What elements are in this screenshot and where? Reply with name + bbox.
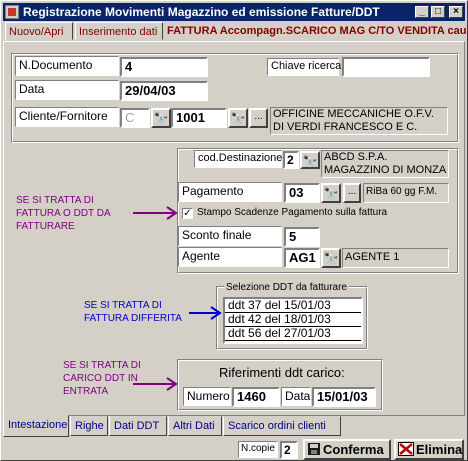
tab-inserimento-dati[interactable]: Inserimento dati: [75, 22, 163, 40]
ddt-selection-title: Selezione DDT da fatturare: [224, 282, 349, 293]
destinazione-line2: MAGAZZINO DI MONZA: [324, 164, 447, 176]
chiave-ricerca-input[interactable]: [342, 57, 430, 77]
note-line: FATTURA DIFFERITA: [84, 313, 182, 324]
note-line: SE SI TRATTA DI: [63, 360, 141, 371]
agente-input[interactable]: AG1: [284, 248, 320, 268]
carico-title: Riferimenti ddt carico:: [219, 365, 345, 380]
tab-dati-ddt[interactable]: Dati DDT: [109, 416, 167, 436]
conferma-button[interactable]: Conferma: [303, 439, 391, 460]
elimina-label: Elimina: [416, 442, 463, 457]
elimina-button[interactable]: Elimina: [394, 439, 464, 460]
pagamento-more-button[interactable]: ...: [343, 183, 361, 203]
tab-righe[interactable]: Righe: [70, 416, 108, 436]
note-fattura-differita: SE SI TRATTA DI FATTURA DIFFERITA: [84, 299, 182, 325]
cliente-code-input[interactable]: 1001: [171, 108, 227, 128]
binoculars-icon: 🔭: [230, 112, 246, 126]
app-icon: [5, 5, 19, 19]
carico-data-input[interactable]: 15/01/03: [312, 387, 376, 407]
tab-scarico-ordini[interactable]: Scarico ordini clienti: [223, 416, 341, 436]
destinazione-display: ABCD S.P.A. MAGAZZINO DI MONZA: [321, 150, 449, 178]
arrow-right-icon: [189, 306, 222, 320]
arrow-right-icon: [133, 377, 178, 391]
cod-destinazione-label: cod.Destinazione: [194, 150, 282, 168]
binoculars-icon: 🔭: [302, 155, 318, 169]
sconto-finale-label: Sconto finale: [178, 226, 282, 246]
cliente-more-button[interactable]: ...: [249, 108, 268, 128]
delete-icon: [398, 442, 414, 456]
close-button[interactable]: ×: [449, 6, 463, 18]
maximize-button[interactable]: □: [431, 6, 445, 18]
search-cliente-button[interactable]: 🔭: [228, 108, 248, 128]
note-line: CARICO DDT IN: [63, 373, 138, 384]
data-label: Data: [15, 80, 119, 100]
ndocumento-input[interactable]: 4: [120, 57, 208, 77]
conferma-label: Conferma: [323, 442, 384, 457]
search-cliente-type-button[interactable]: 🔭: [151, 108, 171, 128]
note-line: FATTURA O DDT DA: [16, 208, 111, 219]
tab-altri-dati[interactable]: Altri Dati: [168, 416, 222, 436]
ncopie-input[interactable]: 2: [280, 441, 298, 459]
ndocumento-label: N.Documento: [15, 56, 119, 76]
agente-label: Agente: [178, 247, 282, 267]
sconto-finale-input[interactable]: 5: [284, 227, 320, 247]
floppy-disk-icon: [308, 443, 320, 455]
stampo-scadenze-checkbox[interactable]: ✓: [182, 208, 193, 219]
search-pagamento-button[interactable]: 🔭: [321, 183, 341, 203]
list-item[interactable]: ddt 56 del 27/01/03: [225, 327, 361, 341]
arrow-right-icon: [133, 206, 178, 220]
pagamento-label: Pagamento: [178, 182, 282, 202]
binoculars-icon: 🔭: [153, 112, 169, 126]
note-fattura-ddt: SE SI TRATTA DI FATTURA O DDT DA FATTURA…: [16, 194, 111, 233]
search-agente-button[interactable]: 🔭: [321, 248, 341, 268]
list-item[interactable]: ddt 37 del 15/01/03: [225, 299, 361, 313]
cliente-name-line1: OFFICINE MECCANICHE O.F.V.: [273, 108, 434, 120]
cliente-name-display: OFFICINE MECCANICHE O.F.V. DI VERDI FRAN…: [270, 107, 448, 135]
main-window: Registrazione Movimenti Magazzino ed emi…: [0, 0, 468, 461]
note-line: ENTRATA: [63, 386, 109, 397]
ncopie-label: N.copie: [238, 441, 278, 458]
cod-destinazione-input[interactable]: 2: [283, 151, 299, 169]
note-carico-ddt: SE SI TRATTA DI CARICO DDT IN ENTRATA: [63, 359, 141, 398]
tab-nuovo-apri[interactable]: Nuovo/Apri: [5, 22, 73, 40]
stampo-scadenze-label: Stampo Scadenze Pagamento sulla fattura: [197, 207, 388, 218]
document-type-banner: FATTURA Accompagn.SCARICO MAG C/TO VENDI…: [167, 25, 467, 37]
tab-intestazione[interactable]: Intestazione: [3, 415, 69, 437]
binoculars-icon: 🔭: [323, 252, 339, 266]
data-input[interactable]: 29/04/03: [120, 81, 208, 101]
ddt-list[interactable]: ddt 37 del 15/01/03 ddt 42 del 18/01/03 …: [223, 297, 363, 344]
search-destinazione-button[interactable]: 🔭: [300, 151, 320, 169]
chiave-ricerca-label: Chiave ricerca: [267, 58, 341, 76]
title-bar: Registrazione Movimenti Magazzino ed emi…: [3, 3, 465, 21]
note-line: SE SI TRATTA DI: [16, 195, 94, 206]
cliente-fornitore-label: Cliente/Fornitore: [15, 107, 119, 127]
binoculars-icon: 🔭: [323, 187, 339, 201]
cliente-name-line2: DI VERDI FRANCESCO E C.: [273, 121, 418, 133]
list-item[interactable]: ddt 42 del 18/01/03: [225, 313, 361, 327]
window-title: Registrazione Movimenti Magazzino ed emi…: [23, 5, 380, 19]
pagamento-desc-display: RiBa 60 gg F.M.: [363, 183, 449, 203]
cliente-type-input[interactable]: C: [120, 108, 150, 128]
agente-desc-display: AGENTE 1: [342, 248, 449, 268]
numero-label: Numero: [183, 387, 231, 406]
numero-input[interactable]: 1460: [232, 387, 280, 407]
pagamento-input[interactable]: 03: [284, 183, 320, 203]
carico-data-label: Data: [281, 387, 311, 406]
minimize-button[interactable]: _: [415, 6, 429, 18]
note-line: FATTURARE: [16, 221, 75, 232]
destinazione-line1: ABCD S.P.A.: [324, 151, 388, 163]
note-line: SE SI TRATTA DI: [84, 300, 162, 311]
